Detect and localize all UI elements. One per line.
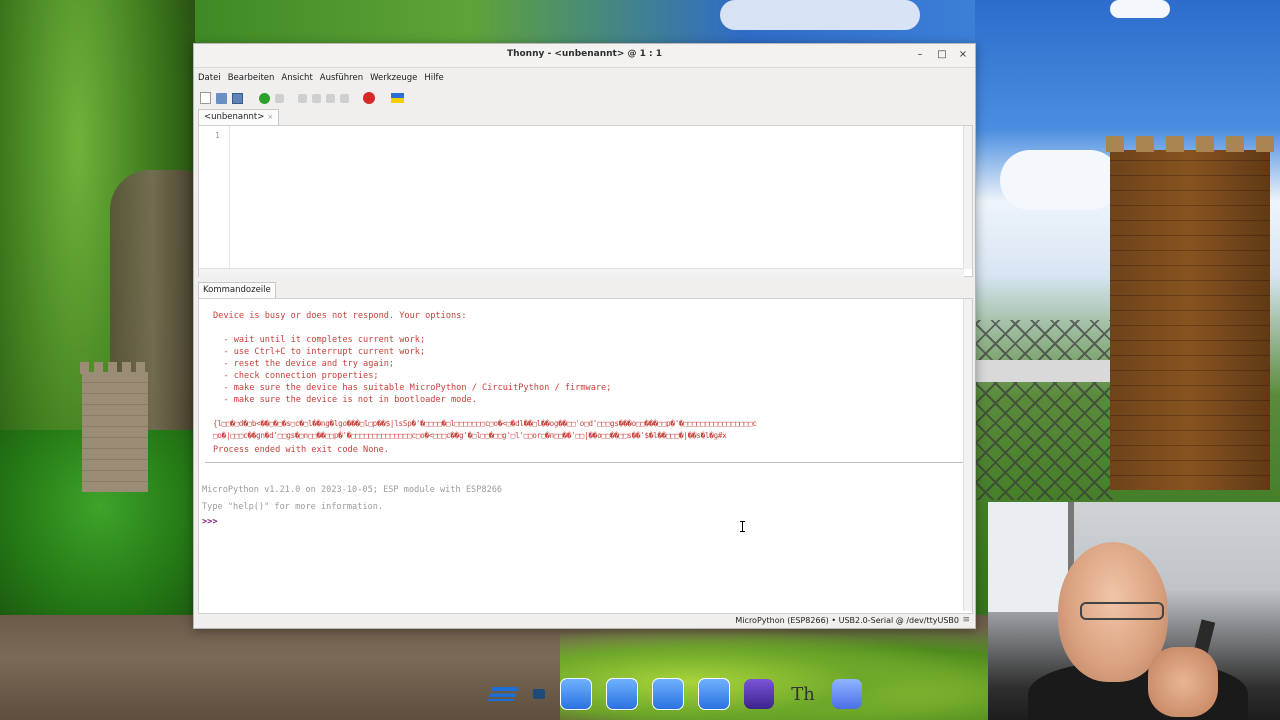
debug-icon[interactable] [275, 93, 284, 103]
wallpaper-cloud [1110, 0, 1170, 18]
menu-bar: Datei Bearbeiten Ansicht Ausführen Werkz… [194, 68, 975, 88]
toolbar [194, 88, 975, 108]
tab-label: <unbenannt> [204, 112, 265, 122]
obsidian-icon[interactable] [744, 679, 774, 709]
tab-kommandozeile[interactable]: Kommandozeile [198, 282, 276, 298]
text-cursor-icon [740, 521, 745, 532]
zorin-menu-icon[interactable] [487, 679, 519, 709]
menu-ansicht[interactable]: Ansicht [281, 73, 312, 83]
menu-bearbeiten[interactable]: Bearbeiten [228, 73, 275, 83]
menu-hilfe[interactable]: Hilfe [424, 73, 443, 83]
line-number: 1 [215, 131, 220, 140]
new-file-icon[interactable] [200, 92, 211, 104]
password-icon[interactable] [698, 678, 730, 710]
wallpaper-cloud [1000, 150, 1120, 210]
maximize-button[interactable]: □ [935, 48, 949, 62]
interpreter-status[interactable]: MicroPython (ESP8266) • USB2.0-Serial @ … [735, 616, 959, 625]
tab-close-icon[interactable]: × [267, 113, 273, 121]
tab-unbenannt[interactable]: <unbenannt> × [198, 109, 280, 125]
resume-icon[interactable] [340, 93, 349, 103]
error-line: - check connection properties; [213, 371, 379, 381]
code-editor[interactable]: 1 [198, 125, 973, 277]
dock: Th [487, 677, 862, 711]
software-icon[interactable] [652, 678, 684, 710]
editor-vertical-scrollbar[interactable] [963, 126, 972, 269]
menu-ausfuehren[interactable]: Ausführen [320, 73, 363, 83]
terminal-icon[interactable] [532, 679, 546, 709]
garbage-output-line: {l□□�□d�□b<��□�□�s□c�□l��ng�lgo���□l□p��… [213, 419, 757, 428]
files-icon[interactable] [606, 678, 638, 710]
thonny-icon[interactable]: Th [788, 679, 818, 709]
menu-werkzeuge[interactable]: Werkzeuge [370, 73, 417, 83]
error-line: Device is busy or does not respond. Your… [213, 311, 467, 321]
error-line: - make sure the device is not in bootloa… [213, 395, 477, 405]
garbage-output-line: □o�|□□□c��gn�d'□□gs�□n□□��□□p�'�□□□□□□□□… [213, 431, 727, 440]
error-line: - use Ctrl+C to interrupt current work; [213, 347, 426, 357]
presenter-hand [1148, 647, 1218, 717]
shell-separator [205, 462, 963, 463]
video-call-icon[interactable] [832, 679, 862, 709]
shell-vertical-scrollbar[interactable] [963, 299, 972, 611]
shell-console[interactable]: Device is busy or does not respond. Your… [198, 298, 973, 614]
webcam-overlay [988, 502, 1280, 720]
wallpaper-castle-tower [1106, 136, 1274, 490]
presenter-glasses [1080, 602, 1164, 620]
help-hint: Type "help()" for more information. [202, 502, 384, 512]
error-line: - make sure the device has suitable Micr… [213, 383, 612, 393]
micropython-banner: MicroPython v1.21.0 on 2023-10-05; ESP m… [202, 485, 503, 495]
ukraine-flag-icon[interactable] [391, 93, 404, 103]
menu-datei[interactable]: Datei [198, 73, 221, 83]
stop-icon[interactable] [363, 92, 375, 104]
window-title: Thonny - <unbenannt> @ 1 : 1 [506, 49, 663, 59]
wallpaper-bridge-deck [975, 360, 1115, 382]
save-file-icon[interactable] [232, 92, 243, 104]
step-into-icon[interactable] [312, 93, 321, 103]
process-end-message: Process ended with exit code None. [213, 445, 389, 455]
step-over-icon[interactable] [298, 93, 307, 103]
close-button[interactable]: × [956, 48, 970, 62]
minimize-button[interactable]: – [913, 48, 927, 62]
line-number-gutter: 1 [199, 126, 230, 269]
editor-tab-bar: <unbenannt> × [194, 108, 975, 125]
backup-icon[interactable] [560, 678, 592, 710]
error-line: - reset the device and try again; [213, 359, 395, 369]
editor-horizontal-scrollbar[interactable] [199, 268, 964, 277]
title-bar[interactable]: Thonny - <unbenannt> @ 1 : 1 – □ × [194, 44, 975, 68]
thonny-window: Thonny - <unbenannt> @ 1 : 1 – □ × Datei… [193, 43, 976, 629]
step-out-icon[interactable] [326, 93, 335, 103]
resize-grip-icon[interactable]: ≡ [962, 615, 970, 625]
run-icon[interactable] [259, 92, 270, 104]
wallpaper-cloud [720, 0, 920, 30]
wallpaper-small-tower [80, 362, 150, 492]
status-bar: MicroPython (ESP8266) • USB2.0-Serial @ … [194, 614, 973, 628]
open-file-icon[interactable] [216, 92, 227, 104]
wallpaper-bridge [975, 320, 1115, 500]
error-line: - wait until it completes current work; [213, 335, 426, 345]
shell-prompt[interactable]: >>> [202, 517, 218, 527]
